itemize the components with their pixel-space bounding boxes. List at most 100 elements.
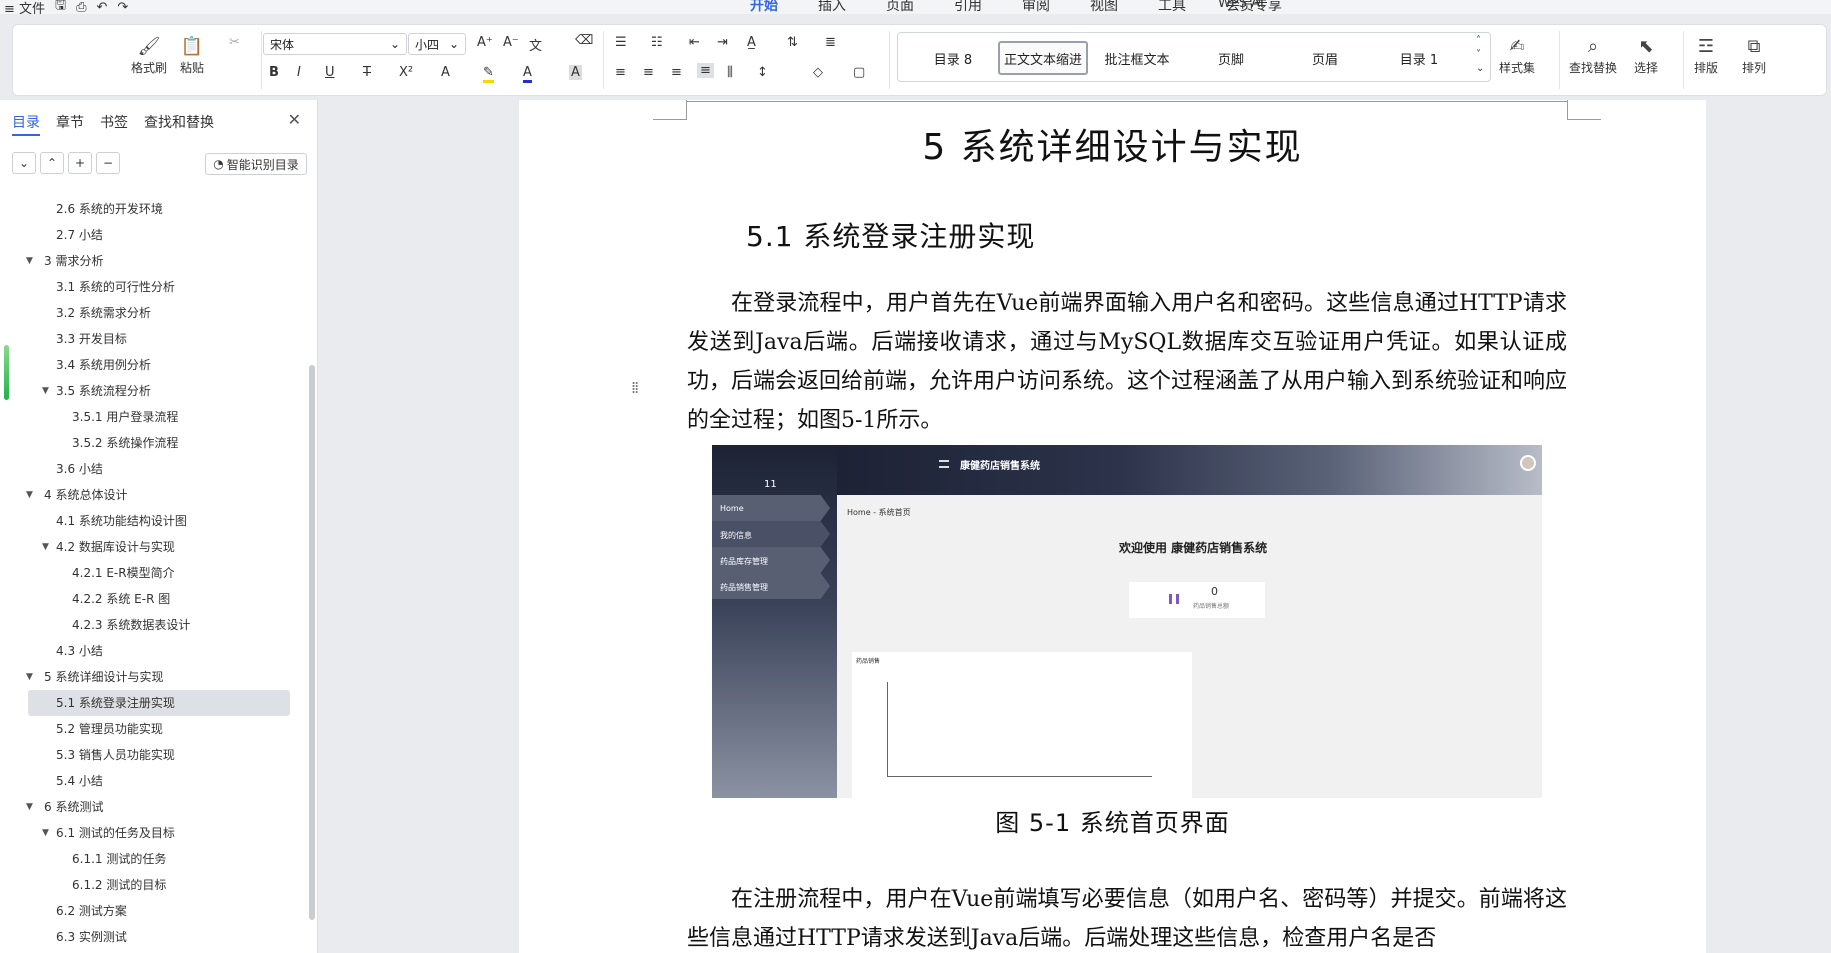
close-icon[interactable]: ✕ (288, 110, 301, 129)
eraser-icon[interactable]: ⌫ (575, 33, 593, 48)
font-color-icon[interactable]: A (523, 65, 532, 83)
align-left-icon[interactable]: ≡ (615, 65, 626, 80)
sort-icon[interactable]: ⇅ (787, 35, 798, 50)
toc-item[interactable]: 3.6 小结 (0, 456, 300, 482)
bullet-list-icon[interactable]: ☰ (615, 35, 627, 50)
toc-item[interactable]: ▼ 5 系统详细设计与实现 (0, 664, 300, 690)
toc-item[interactable]: 4.1 系统功能结构设计图 (0, 508, 300, 534)
char-shading-icon[interactable]: A (569, 65, 582, 80)
distribute-icon[interactable]: ⫼ (727, 65, 733, 80)
nav-tab-find-replace[interactable]: 查找和替换 (144, 112, 214, 136)
toc-item[interactable]: 4.2.3 系统数据表设计 (0, 612, 300, 638)
toc-item[interactable]: 6.3 实例测试 (0, 924, 300, 950)
toc-item[interactable]: 2.7 小结 (0, 222, 300, 248)
save-icon[interactable]: 🖫 (55, 0, 66, 14)
text-effect-icon[interactable]: A (441, 65, 450, 80)
superscript-icon[interactable]: X² (399, 65, 413, 80)
toc-item[interactable]: 4.2.1 E-R模型简介 (0, 560, 300, 586)
tab-reference[interactable]: 引用 (934, 0, 1002, 14)
tab-tools[interactable]: 工具 (1138, 0, 1206, 14)
align-center-icon[interactable]: ≡ (643, 65, 654, 80)
toc-item[interactable]: 3.1 系统的可行性分析 (0, 274, 300, 300)
style-toc8[interactable]: 目录 8 (908, 41, 998, 75)
toc-item[interactable]: 3.2 系统需求分析 (0, 300, 300, 326)
shrink-font-icon[interactable]: A⁻ (503, 35, 519, 50)
smart-toc-button[interactable]: ◔ 智能识别目录 (205, 153, 307, 175)
print-icon[interactable]: ⎙ (76, 0, 86, 14)
highlight-icon[interactable]: ✎ (483, 65, 494, 83)
toc-item[interactable]: 6.1.2 测试的目标 (0, 872, 300, 898)
border-icon[interactable]: ▢ (853, 65, 865, 80)
font-name-select[interactable]: 宋体 ⌄ (263, 33, 407, 55)
toc-item[interactable]: 3.3 开发目标 (0, 326, 300, 352)
layout-button[interactable]: ☲ 排版 (1693, 33, 1719, 76)
toc-item[interactable]: 6.1.1 测试的任务 (0, 846, 300, 872)
redo-icon[interactable]: ↷ (117, 0, 128, 14)
tab-home[interactable]: 开始 (730, 0, 798, 14)
toc-item[interactable]: 5.1 系统登录注册实现 (28, 690, 290, 716)
nav-scrollbar[interactable] (309, 365, 315, 920)
paragraph-spacing-icon[interactable]: ↕ (757, 65, 768, 80)
toc-item[interactable]: ▼ 4 系统总体设计 (0, 482, 300, 508)
underline-icon[interactable]: U (325, 65, 335, 80)
toc-item[interactable]: 4.3 小结 (0, 638, 300, 664)
nav-tab-chapters[interactable]: 章节 (56, 112, 84, 136)
tab-page[interactable]: 页面 (866, 0, 934, 14)
line-spacing-icon[interactable]: ≣ (825, 35, 836, 50)
italic-icon[interactable]: I (297, 65, 301, 80)
bold-icon[interactable]: B (269, 65, 279, 80)
cut-icon[interactable]: ✂ (229, 35, 240, 50)
expand-arrow-icon[interactable]: ▼ (26, 482, 33, 508)
arrange-button[interactable]: ⧉ 排列 (1741, 33, 1767, 76)
toc-item[interactable]: ▼ 6 系统测试 (0, 794, 300, 820)
decrease-indent-icon[interactable]: ⇤ (689, 35, 700, 50)
font-size-select[interactable]: 小四 ⌄ (408, 33, 466, 55)
justify-icon[interactable]: ≡ (697, 63, 714, 78)
document-page[interactable]: 5 系统详细设计与实现 5.1 系统登录注册实现 ⁞⁞ 在登录流程中，用户首先在… (519, 100, 1706, 953)
toc-item[interactable]: 2.6 系统的开发环境 (0, 196, 300, 222)
toc-item[interactable]: ▼ 6.1 测试的任务及目标 (0, 820, 300, 846)
style-toc1[interactable]: 目录 1 (1374, 41, 1464, 75)
toc-item[interactable]: 5.3 销售人员功能实现 (0, 742, 300, 768)
scroll-up-icon[interactable]: ˄ (1476, 35, 1481, 46)
numbered-list-icon[interactable]: ☷ (651, 35, 663, 50)
style-body-indent[interactable]: 正文文本缩进 (998, 41, 1088, 75)
text-direction-icon[interactable]: A̲ (747, 35, 756, 50)
toc-item[interactable]: 5.4 小结 (0, 768, 300, 794)
increase-indent-icon[interactable]: ⇥ (717, 35, 728, 50)
undo-icon[interactable]: ↶ (97, 0, 108, 14)
style-footer[interactable]: 页脚 (1186, 41, 1276, 75)
tab-view[interactable]: 视图 (1070, 0, 1138, 14)
expand-arrow-icon[interactable]: ▼ (26, 248, 33, 274)
nav-tab-toc[interactable]: 目录 (12, 112, 40, 136)
align-right-icon[interactable]: ≡ (671, 65, 682, 80)
toc-item[interactable]: 3.5.2 系统操作流程 (0, 430, 300, 456)
tab-review[interactable]: 审阅 (1002, 0, 1070, 14)
expand-icon[interactable]: ⌄ (12, 152, 36, 174)
toc-item[interactable]: ▼ 3 需求分析 (0, 248, 300, 274)
toc-item[interactable]: 3.4 系统用例分析 (0, 352, 300, 378)
drag-handle-icon[interactable]: ⁞⁞ (631, 378, 639, 397)
expand-arrow-icon[interactable]: ▼ (42, 820, 49, 846)
phonetic-icon[interactable]: 文 (529, 35, 542, 54)
strikethrough-icon[interactable]: T (363, 65, 371, 80)
format-painter-button[interactable]: 🖌 格式刷 (131, 33, 167, 76)
wps-ai-button[interactable]: WPS AI (1218, 0, 1264, 11)
toc-item[interactable]: ▼ 3.5 系统流程分析 (0, 378, 300, 404)
expand-gallery-icon[interactable]: ⌄ (1476, 63, 1484, 74)
toc-item[interactable]: 5.2 管理员功能实现 (0, 716, 300, 742)
shading-icon[interactable]: ◇ (813, 65, 823, 80)
scroll-down-icon[interactable]: ˅ (1476, 49, 1481, 60)
remove-icon[interactable]: − (96, 152, 120, 174)
toc-item[interactable]: ▼ 4.2 数据库设计与实现 (0, 534, 300, 560)
collapse-icon[interactable]: ⌃ (40, 152, 64, 174)
file-menu[interactable]: ≡ 文件 (4, 0, 45, 15)
grow-font-icon[interactable]: A⁺ (477, 35, 493, 50)
expand-arrow-icon[interactable]: ▼ (26, 794, 33, 820)
expand-arrow-icon[interactable]: ▼ (42, 534, 49, 560)
style-set-button[interactable]: ✍ 样式集 (1499, 33, 1535, 76)
nav-tab-bookmarks[interactable]: 书签 (100, 112, 128, 136)
toc-item[interactable]: 3.5.1 用户登录流程 (0, 404, 300, 430)
paste-button[interactable]: 📋 粘贴 (179, 33, 205, 76)
toc-item[interactable]: 6.2 测试方案 (0, 898, 300, 924)
